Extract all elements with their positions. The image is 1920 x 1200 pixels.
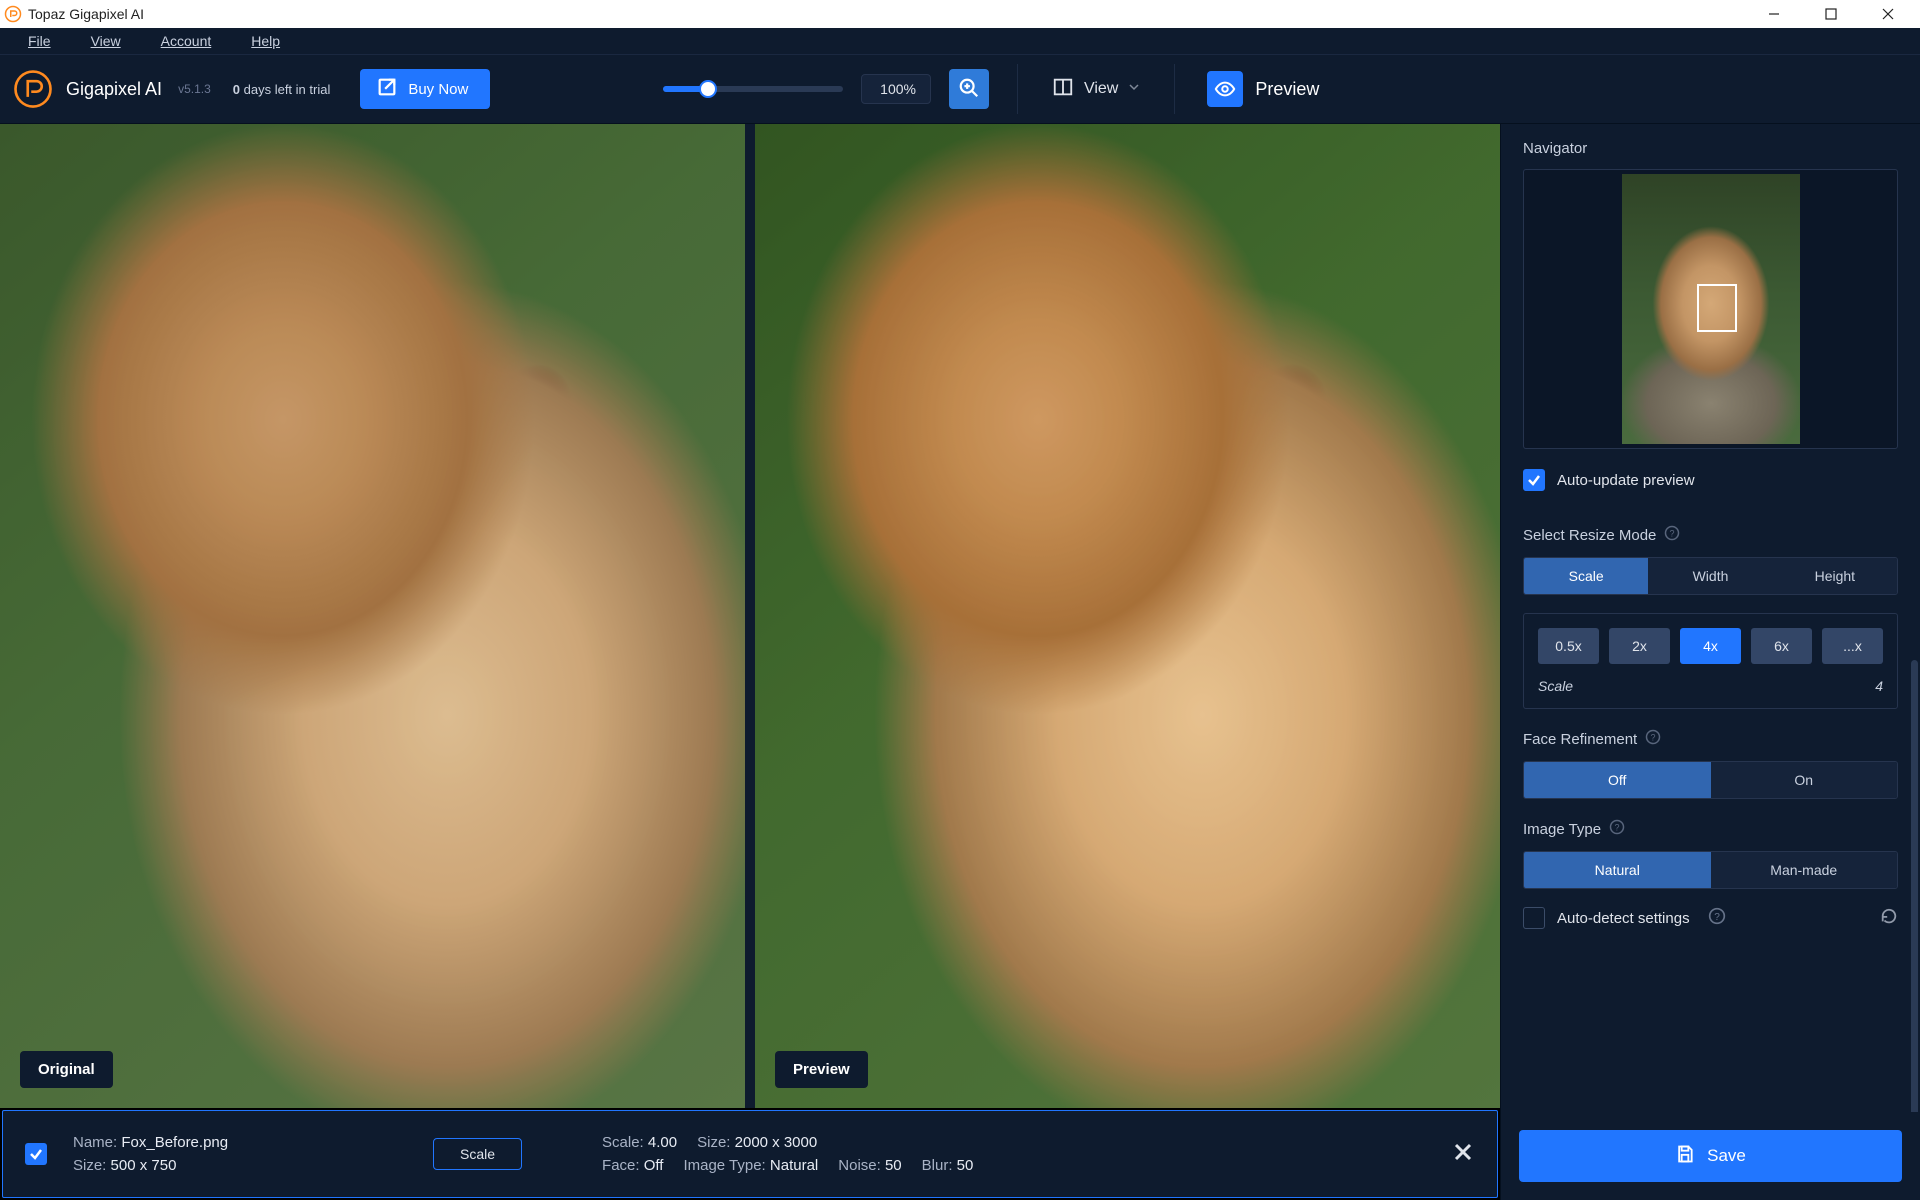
save-icon	[1675, 1144, 1695, 1169]
face-off[interactable]: Off	[1524, 762, 1711, 798]
save-label: Save	[1707, 1146, 1746, 1166]
zoom-value[interactable]: 100%	[861, 74, 931, 104]
navigator-viewport-rect[interactable]	[1697, 284, 1737, 332]
scale-2x[interactable]: 2x	[1609, 628, 1670, 664]
image-type-heading: Image Type ?	[1523, 819, 1898, 839]
menu-view[interactable]: View	[71, 30, 141, 52]
chevron-down-icon	[1128, 80, 1140, 98]
eye-icon	[1207, 71, 1243, 107]
svg-text:?: ?	[1651, 733, 1656, 743]
preview-image	[755, 124, 1500, 1108]
minimize-button[interactable]	[1745, 0, 1802, 28]
view-label: View	[1084, 80, 1118, 98]
menu-account[interactable]: Account	[141, 30, 232, 52]
out-scale: Scale: 4.00	[602, 1134, 677, 1151]
out-noise: Noise: 50	[838, 1157, 901, 1174]
out-face: Face: Off	[602, 1157, 663, 1174]
window-title: Topaz Gigapixel AI	[28, 6, 144, 22]
maximize-button[interactable]	[1802, 0, 1859, 28]
help-icon[interactable]: ?	[1645, 729, 1661, 749]
type-manmade[interactable]: Man-made	[1711, 852, 1898, 888]
save-button[interactable]: Save	[1519, 1130, 1902, 1182]
external-link-icon	[376, 76, 398, 102]
help-icon[interactable]: ?	[1664, 525, 1680, 545]
separator	[1017, 64, 1018, 114]
image-type-segment: Natural Man-made	[1523, 851, 1898, 889]
magnifier-plus-icon	[958, 77, 980, 102]
preview-label: Preview	[1255, 79, 1319, 100]
trial-status: 0 days left in trial	[233, 82, 331, 97]
buy-now-label: Buy Now	[408, 81, 468, 98]
navigator-heading: Navigator	[1523, 140, 1898, 157]
scale-custom[interactable]: ...x	[1822, 628, 1883, 664]
auto-update-label: Auto-update preview	[1557, 472, 1695, 489]
scale-mode-button[interactable]: Scale	[433, 1138, 522, 1170]
remove-file-button[interactable]	[1451, 1140, 1475, 1168]
menu-bar: File View Account Help	[0, 28, 1920, 54]
file-checkbox[interactable]	[25, 1143, 47, 1165]
scale-4x[interactable]: 4x	[1680, 628, 1741, 664]
app-icon	[4, 5, 22, 23]
svg-text:?: ?	[1615, 823, 1620, 833]
header-toolbar: Gigapixel AI v5.1.3 0 days left in trial…	[0, 54, 1920, 124]
auto-detect-checkbox[interactable]	[1523, 907, 1545, 929]
scale-readout: Scale4	[1538, 678, 1883, 694]
zoom-slider[interactable]	[663, 86, 843, 92]
original-image	[0, 124, 745, 1108]
side-panel: Navigator Auto-update preview Select Res…	[1500, 124, 1920, 1200]
file-footer: Name: Fox_Before.png Size: 500 x 750 Sca…	[2, 1110, 1498, 1198]
mode-height[interactable]: Height	[1773, 558, 1897, 594]
auto-update-row[interactable]: Auto-update preview	[1501, 453, 1920, 509]
svg-text:?: ?	[1670, 529, 1675, 539]
face-refinement-heading: Face Refinement ?	[1523, 729, 1898, 749]
buy-now-button[interactable]: Buy Now	[360, 69, 490, 109]
scale-0.5x[interactable]: 0.5x	[1538, 628, 1599, 664]
menu-file[interactable]: File	[8, 30, 71, 52]
view-mode-dropdown[interactable]: View	[1046, 76, 1146, 103]
auto-detect-label: Auto-detect settings	[1557, 910, 1690, 927]
preview-tag: Preview	[775, 1051, 868, 1088]
face-on[interactable]: On	[1711, 762, 1898, 798]
brand-version: v5.1.3	[178, 82, 211, 96]
brand-logo-icon	[12, 68, 54, 110]
scale-values-box: 0.5x 2x 4x 6x ...x Scale4	[1523, 613, 1898, 709]
mode-scale[interactable]: Scale	[1524, 558, 1648, 594]
menu-help[interactable]: Help	[231, 30, 300, 52]
zoom-in-button[interactable]	[949, 69, 989, 109]
out-size: Size: 2000 x 3000	[697, 1134, 817, 1151]
auto-update-checkbox[interactable]	[1523, 469, 1545, 491]
help-icon[interactable]: ?	[1609, 819, 1625, 839]
file-name-row: Name: Fox_Before.png	[73, 1134, 373, 1151]
navigator-box[interactable]	[1523, 169, 1898, 449]
resize-mode-heading: Select Resize Mode ?	[1523, 525, 1898, 545]
out-blur: Blur: 50	[922, 1157, 974, 1174]
mode-width[interactable]: Width	[1648, 558, 1772, 594]
original-tag: Original	[20, 1051, 113, 1088]
scale-6x[interactable]: 6x	[1751, 628, 1812, 664]
file-size-row: Size: 500 x 750	[73, 1157, 373, 1174]
close-button[interactable]	[1859, 0, 1916, 28]
type-natural[interactable]: Natural	[1524, 852, 1711, 888]
separator	[1174, 64, 1175, 114]
navigator-thumbnail	[1622, 174, 1800, 444]
svg-text:?: ?	[1714, 912, 1720, 923]
window-titlebar: Topaz Gigapixel AI	[0, 0, 1920, 28]
help-icon[interactable]: ?	[1708, 907, 1726, 929]
brand-name: Gigapixel AI	[66, 79, 162, 100]
out-type: Image Type: Natural	[683, 1157, 818, 1174]
scrollbar-thumb[interactable]	[1911, 660, 1918, 1180]
preview-pane[interactable]: Preview	[755, 124, 1500, 1108]
preview-button[interactable]: Preview	[1203, 71, 1323, 107]
image-viewer: Original Preview Name: Fox_Before.png Si…	[0, 124, 1500, 1200]
resize-mode-segment: Scale Width Height	[1523, 557, 1898, 595]
split-view-icon	[1052, 76, 1074, 103]
refresh-icon[interactable]	[1880, 907, 1898, 929]
original-pane[interactable]: Original	[0, 124, 755, 1108]
face-refinement-segment: Off On	[1523, 761, 1898, 799]
